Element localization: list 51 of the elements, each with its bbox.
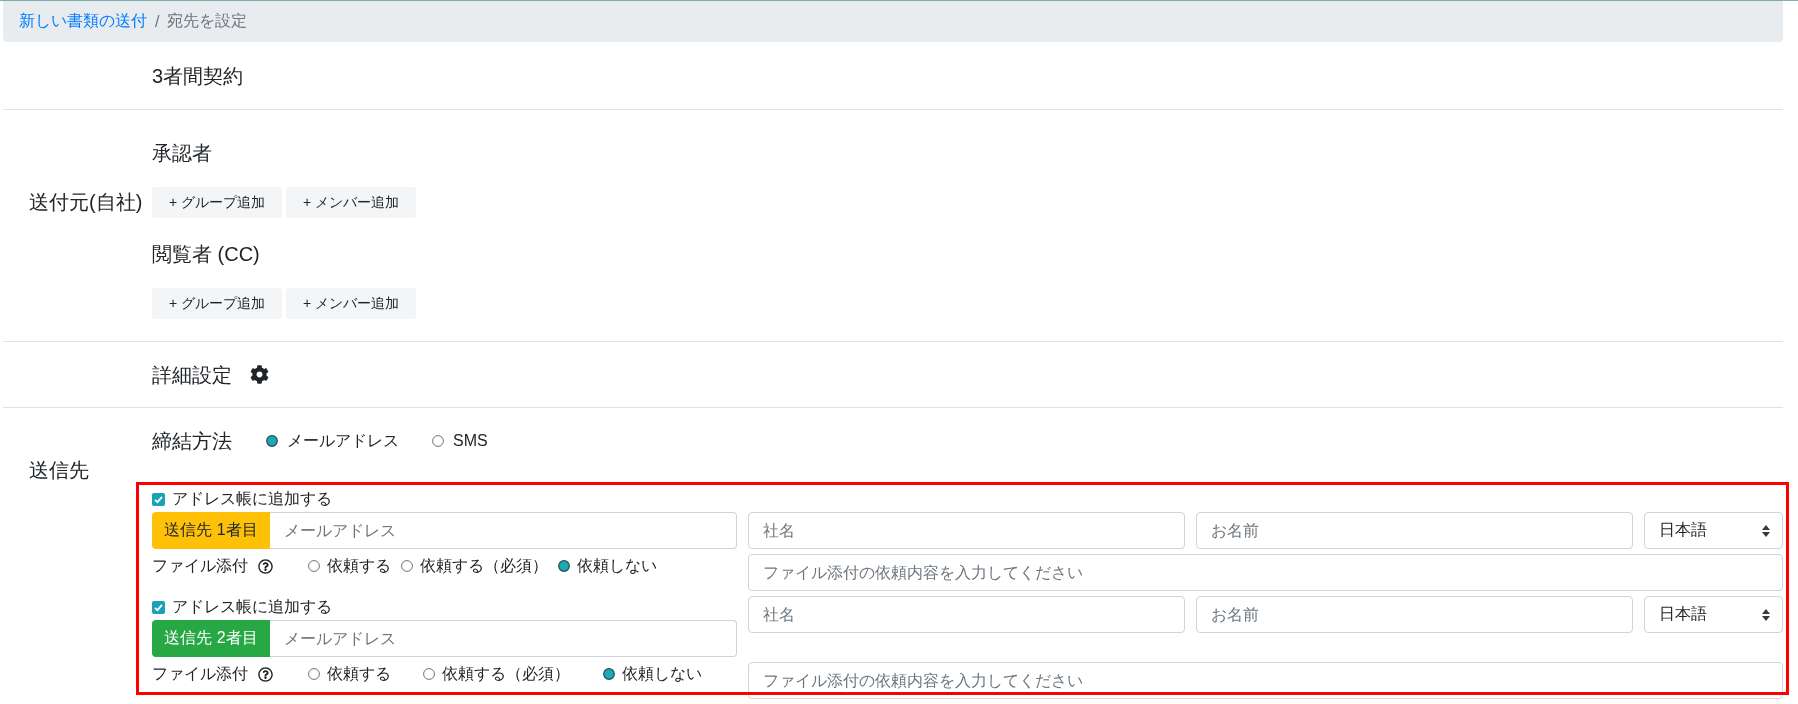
attachment-radio-option[interactable]: 依頼する（必須）	[423, 663, 603, 685]
checkbox-icon[interactable]	[152, 600, 165, 614]
language-select[interactable]: 日本語	[1644, 596, 1783, 633]
add-group-button[interactable]: + グループ追加	[152, 187, 283, 218]
section-label: 送信先	[29, 458, 89, 483]
person-name-field[interactable]: お名前	[1196, 512, 1633, 549]
attachment-radio-option[interactable]: 依頼しない	[558, 555, 657, 577]
attachment-radio-option[interactable]: 依頼する	[308, 663, 423, 685]
file-attachment-label: ファイル添付	[152, 663, 248, 684]
group-title: 閲覧者 (CC)	[152, 242, 260, 267]
caret-icon	[1762, 524, 1770, 537]
email-field[interactable]: メールアドレス	[270, 512, 737, 549]
method-radio-option[interactable]: メールアドレス	[266, 430, 399, 452]
radio-icon[interactable]	[558, 560, 570, 572]
attachment-radio-option[interactable]: 依頼する（必須）	[401, 555, 548, 577]
radio-icon[interactable]	[423, 668, 435, 680]
help-icon[interactable]	[258, 666, 273, 682]
company-name-field[interactable]: 社名	[748, 596, 1185, 633]
add-member-button[interactable]: + メンバー追加	[286, 288, 417, 319]
add-group-button[interactable]: + グループ追加	[152, 288, 283, 319]
checkbox-icon[interactable]	[152, 492, 165, 506]
person-name-field[interactable]: お名前	[1196, 596, 1633, 633]
advanced-settings-label: 詳細設定	[152, 362, 232, 388]
recipient-label: 送信先 1者目	[152, 512, 270, 549]
help-icon[interactable]	[258, 558, 273, 574]
attachment-radio-option[interactable]: 依頼する	[308, 555, 391, 577]
company-name-field[interactable]: 社名	[748, 512, 1185, 549]
add-member-button[interactable]: + メンバー追加	[286, 187, 417, 218]
address-book-checkbox[interactable]: アドレス帳に追加する	[152, 487, 332, 511]
email-field[interactable]: メールアドレス	[270, 620, 737, 657]
request-note-field[interactable]: ファイル添付の依頼内容を入力してください	[748, 554, 1783, 591]
radio-icon[interactable]	[308, 560, 320, 572]
section-label: 送付元(自社)	[29, 190, 143, 215]
settings-icon[interactable]	[250, 365, 269, 384]
recipient-label: 送信先 2者目	[152, 620, 270, 657]
radio-icon[interactable]	[432, 435, 444, 447]
radio-icon[interactable]	[266, 435, 278, 447]
radio-icon[interactable]	[401, 560, 413, 572]
address-book-checkbox[interactable]: アドレス帳に追加する	[152, 595, 332, 619]
method-label: 締結方法	[152, 429, 232, 454]
breadcrumb-separator: /	[155, 12, 160, 31]
contract-type-title: 3者間契約	[152, 63, 244, 89]
attachment-radio-option[interactable]: 依頼しない	[603, 663, 702, 685]
breadcrumb-current: 宛先を設定	[167, 11, 248, 31]
radio-icon[interactable]	[603, 668, 615, 680]
language-select[interactable]: 日本語	[1644, 512, 1783, 549]
method-radio-option[interactable]: SMS	[432, 432, 488, 450]
file-attachment-label: ファイル添付	[152, 555, 248, 576]
group-title: 承認者	[152, 141, 212, 166]
caret-icon	[1762, 608, 1770, 621]
radio-icon[interactable]	[308, 668, 320, 680]
